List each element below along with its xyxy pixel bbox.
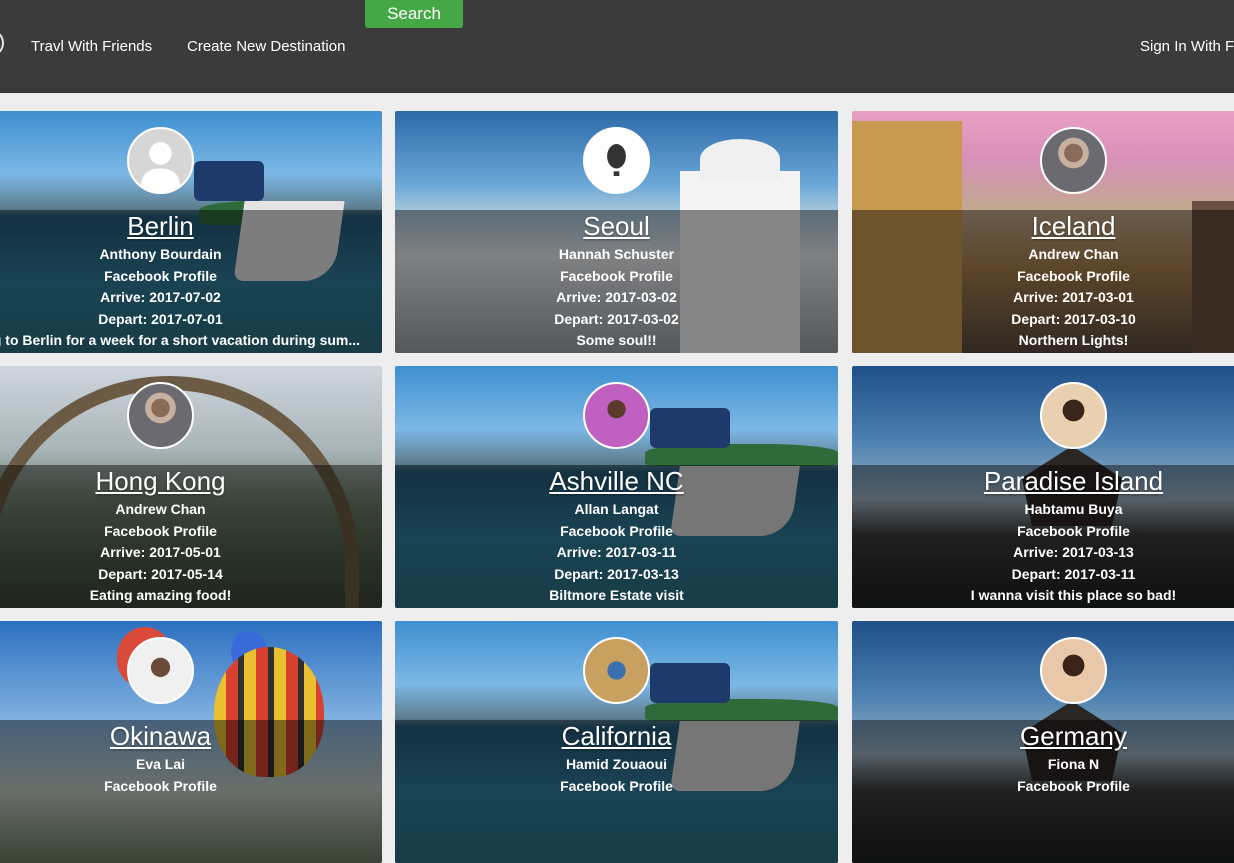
arrive-date: Arrive: 2017-03-02 — [556, 289, 677, 306]
traveler-name: Hannah Schuster — [558, 246, 675, 262]
depart-date: Depart: 2017-03-11 — [1011, 565, 1136, 582]
depart-date: Depart: 2017-03-02 — [554, 310, 679, 327]
card-info: Iceland Andrew Chan Facebook Profile Arr… — [852, 210, 1234, 352]
facebook-profile-link[interactable]: Facebook Profile — [395, 266, 838, 288]
dome-image — [700, 139, 780, 179]
sail-image — [650, 408, 730, 448]
user-avatar — [583, 127, 650, 194]
destination-title[interactable]: Ashville NC — [549, 466, 683, 496]
destination-card[interactable]: Iceland Andrew Chan Facebook Profile Arr… — [852, 111, 1234, 353]
user-avatar — [127, 637, 194, 704]
depart-date: Depart: 2017-05-14 — [98, 565, 223, 582]
facebook-profile-link[interactable]: Facebook Profile — [0, 266, 382, 288]
depart-date: Depart: 2017-03-10 — [1011, 310, 1136, 327]
destination-title[interactable]: Iceland — [1032, 211, 1116, 241]
user-avatar-placeholder — [127, 127, 194, 194]
card-info: California Hamid Zouaoui Facebook Profil… — [395, 720, 838, 797]
card-info: Seoul Hannah Schuster Facebook Profile A… — [395, 210, 838, 352]
destination-card[interactable]: Paradise Island Habtamu Buya Facebook Pr… — [852, 366, 1234, 608]
destination-title[interactable]: Okinawa — [110, 721, 211, 751]
arrive-date: Arrive: 2017-07-02 — [100, 289, 221, 306]
facebook-profile-link[interactable]: Facebook Profile — [395, 521, 838, 543]
trip-note: Biltmore Estate visit — [549, 587, 684, 604]
arrive-date: Arrive: 2017-03-13 — [1013, 544, 1134, 561]
sign-in-facebook-link[interactable]: Sign In With F — [1140, 38, 1234, 55]
destination-title[interactable]: Berlin — [127, 211, 193, 241]
arrive-date: Arrive: 2017-05-01 — [100, 544, 221, 561]
destination-title[interactable]: California — [562, 721, 672, 751]
facebook-profile-link[interactable]: Facebook Profile — [0, 776, 382, 798]
trip-note: Going to Berlin for a week for a short v… — [0, 332, 361, 349]
destination-card[interactable]: Ashville NC Allan Langat Facebook Profil… — [395, 366, 838, 608]
traveler-name: Andrew Chan — [115, 501, 206, 517]
destination-card[interactable]: Hong Kong Andrew Chan Facebook Profile A… — [0, 366, 382, 608]
trip-note: Eating amazing food! — [89, 587, 232, 604]
user-avatar — [1040, 382, 1107, 449]
nav-create-new-destination[interactable]: Create New Destination — [187, 38, 345, 55]
traveler-name: Anthony Bourdain — [99, 246, 222, 262]
depart-date: Depart: 2017-07-01 — [98, 310, 223, 327]
destination-card[interactable]: Germany Fiona N Facebook Profile — [852, 621, 1234, 863]
trip-note: Northern Lights! — [1018, 332, 1129, 349]
trip-note: Some soul!! — [576, 332, 657, 349]
card-info: Berlin Anthony Bourdain Facebook Profile… — [0, 210, 382, 352]
traveler-name: Eva Lai — [135, 756, 186, 772]
arrive-date: Arrive: 2017-03-11 — [556, 544, 677, 561]
facebook-profile-link[interactable]: Facebook Profile — [852, 776, 1234, 798]
user-avatar — [127, 382, 194, 449]
traveler-name: Hamid Zouaoui — [565, 756, 668, 772]
destination-card[interactable]: Okinawa Eva Lai Facebook Profile — [0, 621, 382, 863]
destination-card[interactable]: Berlin Anthony Bourdain Facebook Profile… — [0, 111, 382, 353]
facebook-profile-link[interactable]: Facebook Profile — [395, 776, 838, 798]
nav-travl-with-friends[interactable]: Travl With Friends — [31, 38, 152, 55]
traveler-name: Habtamu Buya — [1024, 501, 1123, 517]
card-info: Paradise Island Habtamu Buya Facebook Pr… — [852, 465, 1234, 607]
destination-title[interactable]: Germany — [1020, 721, 1127, 751]
destination-title[interactable]: Paradise Island — [984, 466, 1163, 496]
search-button[interactable]: Search — [365, 0, 463, 28]
user-avatar — [1040, 637, 1107, 704]
logo-icon[interactable] — [0, 31, 4, 55]
traveler-name: Fiona N — [1047, 756, 1100, 772]
card-info: Hong Kong Andrew Chan Facebook Profile A… — [0, 465, 382, 607]
destination-card[interactable]: California Hamid Zouaoui Facebook Profil… — [395, 621, 838, 863]
sail-image — [194, 161, 264, 201]
card-info: Germany Fiona N Facebook Profile — [852, 720, 1234, 797]
user-avatar — [1040, 127, 1107, 194]
sail-image — [650, 663, 730, 703]
traveler-name: Andrew Chan — [1028, 246, 1119, 262]
trip-note: I wanna visit this place so bad! — [970, 587, 1177, 604]
depart-date: Depart: 2017-03-13 — [554, 565, 679, 582]
card-info: Ashville NC Allan Langat Facebook Profil… — [395, 465, 838, 607]
top-navbar: Travl With Friends Create New Destinatio… — [0, 0, 1234, 93]
destination-title[interactable]: Seoul — [583, 211, 650, 241]
destination-card[interactable]: Seoul Hannah Schuster Facebook Profile A… — [395, 111, 838, 353]
card-info: Okinawa Eva Lai Facebook Profile — [0, 720, 382, 797]
facebook-profile-link[interactable]: Facebook Profile — [0, 521, 382, 543]
facebook-profile-link[interactable]: Facebook Profile — [852, 266, 1234, 288]
user-avatar — [583, 637, 650, 704]
traveler-name: Allan Langat — [574, 501, 659, 517]
facebook-profile-link[interactable]: Facebook Profile — [852, 521, 1234, 543]
user-avatar — [583, 382, 650, 449]
arrive-date: Arrive: 2017-03-01 — [1013, 289, 1134, 306]
destination-title[interactable]: Hong Kong — [95, 466, 225, 496]
